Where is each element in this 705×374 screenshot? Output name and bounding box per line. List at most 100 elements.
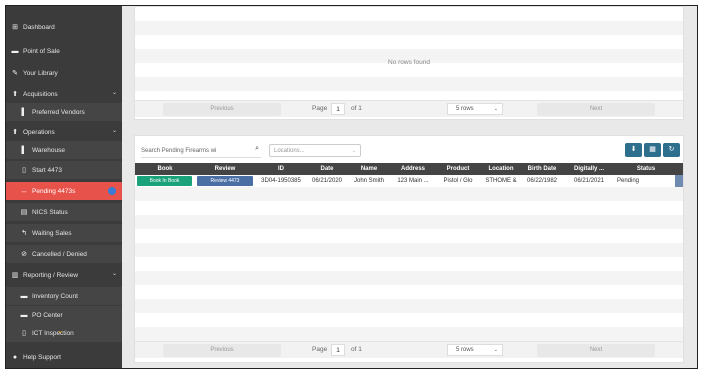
next-button[interactable]: Next <box>537 103 655 116</box>
sidebar-item-pending-4473s[interactable]: ↔ Pending 4473s <box>6 182 122 200</box>
table-row <box>135 187 683 201</box>
sidebar-item-reporting[interactable]: ▥ Reporting / Review ⌄ <box>6 266 122 284</box>
chevron-down-icon[interactable]: ⌄ <box>112 127 117 134</box>
column-header[interactable]: Digitally ... <box>563 163 615 175</box>
column-header[interactable]: Book <box>135 163 195 175</box>
cancel-icon: ⊘ <box>21 251 27 258</box>
sidebar-item-ict-inspection[interactable]: ▯ ICT Inspection <box>6 324 122 342</box>
sidebar-item-label: Cancelled / Denied <box>32 250 87 258</box>
inventory-icon: ▬ <box>20 292 28 300</box>
cell-digitally: 06/21/2021 <box>573 178 605 184</box>
download-icon: ⬇ <box>630 146 637 153</box>
column-header[interactable]: Status <box>615 163 677 175</box>
sidebar-item-label: Acquisitions <box>23 90 58 98</box>
sidebar-item-acquisitions[interactable]: ⬆ Acquisitions ⌄ <box>6 85 122 103</box>
previous-button[interactable]: Previous <box>163 344 281 357</box>
sidebar-item-preferred-vendors[interactable]: ▌ Preferred Vendors <box>6 103 122 121</box>
sidebar-item-label: Reporting / Review <box>23 271 78 279</box>
column-header[interactable]: Name <box>347 163 391 175</box>
cell-name: John Smith <box>353 178 384 184</box>
sidebar-item-start-4473[interactable]: ▯ Start 4473 <box>6 161 122 179</box>
column-header[interactable]: Location <box>481 163 521 175</box>
location-placeholder: Locations... <box>274 148 305 154</box>
table-row <box>135 271 683 285</box>
rows-per-page-select[interactable]: 5 rows ⌄ <box>447 103 503 115</box>
sidebar-item-label: ICT Inspection <box>32 329 74 337</box>
previous-button[interactable]: Previous <box>163 103 281 116</box>
app-frame: ⊞ Dashboard ▬ Point of Sale ✎ Your Libra… <box>5 5 698 369</box>
po-icon: ▬ <box>20 311 28 319</box>
sidebar-item-nics-status[interactable]: ▤ NICS Status <box>6 203 122 221</box>
table-row <box>135 21 683 35</box>
refresh-button[interactable]: ↻ <box>663 143 680 157</box>
review-4473-button[interactable]: Review 4473 <box>197 176 253 186</box>
sidebar-item-point-of-sale[interactable]: ▬ Point of Sale <box>6 42 122 60</box>
row-scroll-indicator <box>675 175 683 187</box>
main-content: No rows found Previous Page 1 of 1 5 row… <box>122 6 697 368</box>
empty-message: No rows found <box>388 59 430 66</box>
column-header[interactable]: Product <box>435 163 481 175</box>
sidebar-item-cancelled[interactable]: ⊘ Cancelled / Denied <box>6 245 122 263</box>
page-total: of 1 <box>351 105 362 112</box>
sidebar-item-help[interactable]: ● Help Support <box>6 348 122 366</box>
column-header[interactable]: Address <box>391 163 435 175</box>
cell-date: 06/21/2020 <box>311 178 343 184</box>
sidebar-item-dashboard[interactable]: ⊞ Dashboard <box>6 18 122 36</box>
chevron-down-icon: ⌄ <box>493 106 498 112</box>
sidebar-item-label: Waiting Sales <box>32 229 72 237</box>
table-row[interactable]: Book In Book Review 4473 3D04-1950385 06… <box>135 175 683 187</box>
page-input[interactable]: 1 <box>331 344 345 356</box>
cell-address: 123 Main ... <box>397 178 429 184</box>
column-header[interactable]: Birth Date <box>521 163 563 175</box>
operations-icon: ⬆ <box>12 129 18 136</box>
sidebar-item-warehouse[interactable]: ▌ Warehouse <box>6 141 122 159</box>
book-in-button[interactable]: Book In Book <box>137 176 192 186</box>
sidebar-item-waiting-sales[interactable]: ↰ Waiting Sales <box>6 224 122 242</box>
sidebar-item-operations[interactable]: ⬆ Operations ⌄ <box>6 123 122 141</box>
sidebar-item-inventory-count[interactable]: ▬ Inventory Count <box>6 287 122 305</box>
sidebar-item-label: Warehouse <box>32 146 65 154</box>
print-button[interactable]: ▦ <box>644 143 661 157</box>
chevron-down-icon[interactable]: ⌄ <box>112 89 117 96</box>
status-icon: ▤ <box>20 209 28 216</box>
cell-id: 3D04-1950385 <box>261 178 301 184</box>
sidebar-item-label: Preferred Vendors <box>32 108 85 116</box>
sidebar-item-label: NICS Status <box>32 208 68 216</box>
scroll-down-icon[interactable]: ⌄ <box>57 326 64 335</box>
location-select[interactable]: Locations... ⌄ <box>269 144 361 157</box>
download-button[interactable]: ⬇ <box>625 143 642 157</box>
column-header[interactable]: Date <box>307 163 347 175</box>
column-header[interactable]: Review <box>195 163 255 175</box>
refresh-icon: ↻ <box>668 146 675 153</box>
table-row <box>135 327 683 341</box>
table-row <box>135 77 683 91</box>
sidebar-item-label: Your Library <box>23 69 58 77</box>
inspection-icon: ▯ <box>22 330 26 337</box>
dashboard-icon: ⊞ <box>12 24 18 31</box>
pending-4473s-table: Search Pending Firearms wi ⌕ Locations..… <box>134 135 684 363</box>
count-badge <box>108 187 116 195</box>
page-input[interactable]: 1 <box>331 103 345 115</box>
rows-per-page-select[interactable]: 5 rows ⌄ <box>447 344 503 356</box>
chevron-down-icon[interactable]: ⌄ <box>112 270 117 277</box>
warehouse-icon: ▌ <box>21 146 27 154</box>
sidebar-item-label: Inventory Count <box>32 292 78 300</box>
next-button[interactable]: Next <box>537 344 655 357</box>
column-header[interactable]: ID <box>255 163 307 175</box>
search-icon[interactable]: ⌕ <box>255 145 259 153</box>
table-row <box>135 215 683 229</box>
sidebar-item-library[interactable]: ✎ Your Library <box>6 64 122 82</box>
report-icon: ▥ <box>11 272 19 279</box>
search-input[interactable]: Search Pending Firearms wi ⌕ <box>141 145 261 158</box>
sidebar-item-label: Pending 4473s <box>32 187 76 195</box>
vendor-icon: ▌ <box>21 108 27 116</box>
waiting-icon: ↰ <box>21 230 27 237</box>
cell-birth-date: 06/22/1982 <box>526 178 558 184</box>
help-icon: ● <box>12 353 18 361</box>
clipboard-icon: ▯ <box>22 167 26 174</box>
library-icon: ✎ <box>12 70 18 77</box>
table-row <box>135 7 683 21</box>
sidebar-item-po-center[interactable]: ▬ PO Center <box>6 306 122 324</box>
table-row <box>135 285 683 299</box>
table-row <box>135 243 683 257</box>
